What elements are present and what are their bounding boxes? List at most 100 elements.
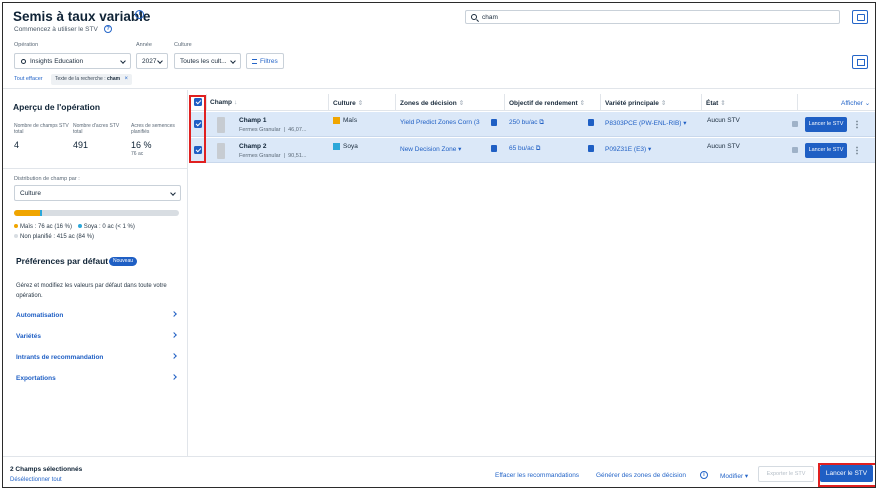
- table-row[interactable]: Champ 2 Fermes Granular | 90,51... Soya …: [189, 138, 875, 163]
- yield-link[interactable]: 250 bu/ac ⧉: [509, 119, 544, 127]
- legend-row: Maïs : 76 ac (16 %) Soya : 0 ac (< 1 %): [14, 224, 135, 230]
- sort-icon: ⇕: [579, 100, 586, 107]
- pref-item-varieties[interactable]: Variétés: [16, 332, 177, 340]
- divider: [328, 94, 329, 111]
- farm-name: Fermes Granular: [239, 127, 281, 133]
- year-select[interactable]: 2027: [136, 53, 168, 69]
- generate-zones-link[interactable]: Générer des zones de décision: [596, 472, 686, 479]
- zone-value: New Decision Zone: [400, 146, 457, 153]
- field-sub: Fermes Granular | 46,07...: [239, 127, 307, 133]
- field-area: 90,51...: [288, 153, 307, 159]
- divider: [701, 94, 702, 111]
- chevron-right-icon: [171, 374, 177, 380]
- chip-prefix: Texte de la recherche :: [55, 76, 106, 82]
- map-icon[interactable]: [792, 147, 798, 153]
- col-label: Objectif de rendement: [509, 100, 578, 107]
- overview-title: Aperçu de l'opération: [13, 102, 101, 112]
- col-yield[interactable]: Objectif de rendement ⇕: [509, 99, 585, 107]
- progress-soya: [40, 210, 43, 216]
- chevron-down-icon: [120, 58, 126, 64]
- pref-item-label: Variétés: [16, 333, 41, 340]
- clear-all-link[interactable]: Tout effacer: [14, 76, 43, 82]
- variety-dropdown[interactable]: P8303PCE (PW-ENL-RIB) ▾: [605, 119, 687, 127]
- col-label: Variété principale: [605, 100, 659, 107]
- crop-swatch: [333, 117, 340, 124]
- field-name[interactable]: Champ 2: [239, 143, 266, 150]
- zone-dropdown[interactable]: Yield Predict Zones Corn (3: [400, 119, 480, 126]
- sort-desc-icon: ↓: [234, 99, 238, 106]
- pref-item-label: Automatisation: [16, 312, 64, 319]
- variety-value: P09Z31E (E3): [605, 146, 647, 153]
- divider: [3, 168, 188, 169]
- legend-text: Non planifié : 415 ac (84 %): [20, 234, 95, 240]
- more-icon[interactable]: [856, 120, 858, 129]
- help-icon[interactable]: ?: [104, 25, 112, 33]
- divider: [395, 94, 396, 111]
- col-crop[interactable]: Culture ⇕: [333, 99, 363, 107]
- map-icon[interactable]: [588, 119, 594, 126]
- info-icon[interactable]: i: [135, 10, 144, 19]
- col-variety[interactable]: Variété principale ⇕: [605, 99, 666, 107]
- map-icon[interactable]: [491, 119, 497, 126]
- distribution-select[interactable]: Culture: [14, 185, 181, 201]
- filters-button[interactable]: Filtres: [246, 53, 284, 69]
- info-icon[interactable]: i: [700, 471, 708, 479]
- variety-dropdown[interactable]: P09Z31E (E3) ▾: [605, 145, 651, 153]
- divider: [797, 94, 798, 111]
- close-icon[interactable]: ×: [124, 76, 128, 82]
- crop-name: Soya: [343, 143, 358, 150]
- planned-progress-bar: [14, 210, 179, 216]
- zone-value: Yield Predict Zones Corn (3: [400, 119, 480, 126]
- export-stv-button[interactable]: Exporter le STV: [758, 466, 814, 482]
- launch-button-highlight: [818, 463, 875, 487]
- field-name[interactable]: Champ 1: [239, 117, 266, 124]
- zone-dropdown[interactable]: New Decision Zone ▾: [400, 145, 461, 153]
- launch-stv-button[interactable]: Lancer le STV: [805, 143, 847, 158]
- state-value: Aucun STV: [707, 117, 740, 124]
- col-state[interactable]: État ⇕: [706, 99, 726, 107]
- table-header: Champ ↓ Culture ⇕ Zones de décision ⇕ Objec…: [189, 94, 875, 111]
- pref-item-label: Exportations: [16, 375, 56, 382]
- col-label: État: [706, 100, 719, 107]
- yield-link[interactable]: 65 bu/ac ⧉: [509, 145, 540, 153]
- crop-label: Culture: [174, 42, 192, 48]
- stat-value: 491: [73, 140, 89, 150]
- more-icon[interactable]: [856, 146, 858, 155]
- feedback-button[interactable]: [852, 10, 868, 24]
- field-thumbnail: [217, 117, 225, 133]
- checkbox-column-highlight: [189, 95, 206, 163]
- divider: [504, 94, 505, 111]
- legend-row: Non planifié : 415 ac (84 %): [14, 234, 94, 240]
- col-zones[interactable]: Zones de décision ⇕: [400, 99, 464, 107]
- chevron-right-icon: [171, 332, 177, 338]
- map-icon[interactable]: [588, 145, 594, 152]
- pref-item-exports[interactable]: Exportations: [16, 374, 177, 382]
- show-columns-button[interactable]: Afficher ⌄: [841, 99, 870, 107]
- farm-name: Fermes Granular: [239, 153, 281, 159]
- stat-label: Acres de semences planifiés: [131, 123, 175, 135]
- search-input[interactable]: cham: [465, 10, 840, 24]
- map-icon[interactable]: [491, 145, 497, 152]
- page-subtitle: Commencez à utiliser le STV: [14, 26, 98, 33]
- field-thumbnail: [217, 143, 225, 159]
- pref-item-inputs[interactable]: Intrants de recommandation: [16, 353, 177, 361]
- map-icon[interactable]: [792, 121, 798, 127]
- operation-select[interactable]: Insights Education: [14, 53, 131, 69]
- preferences-title: Préférences par défaut: [16, 256, 109, 266]
- chevron-right-icon: [171, 311, 177, 317]
- col-field[interactable]: Champ ↓: [210, 99, 237, 106]
- filter-icon: [252, 59, 257, 64]
- chevron-down-icon: [230, 58, 236, 64]
- launch-stv-button[interactable]: Lancer le STV: [805, 117, 847, 132]
- preferences-description: Gérez et modifiez les valeurs par défaut…: [16, 283, 167, 299]
- clear-recommendations-link[interactable]: Effacer les recommandations: [495, 472, 579, 479]
- modify-dropdown[interactable]: Modifier ▾: [720, 472, 748, 480]
- page-header: Semis à taux variable i Commencez à util…: [3, 3, 875, 89]
- deselect-all-link[interactable]: Désélectionner tout: [10, 477, 62, 483]
- selected-count: 2 Champs sélectionnés: [10, 466, 83, 473]
- show-label: Afficher: [841, 100, 863, 107]
- table-row[interactable]: Champ 1 Fermes Granular | 46,07... Maïs …: [189, 112, 875, 137]
- crop-select[interactable]: Toutes les cult...: [174, 53, 241, 69]
- pref-item-automation[interactable]: Automatisation: [16, 311, 177, 319]
- view-toggle-button[interactable]: [852, 55, 868, 69]
